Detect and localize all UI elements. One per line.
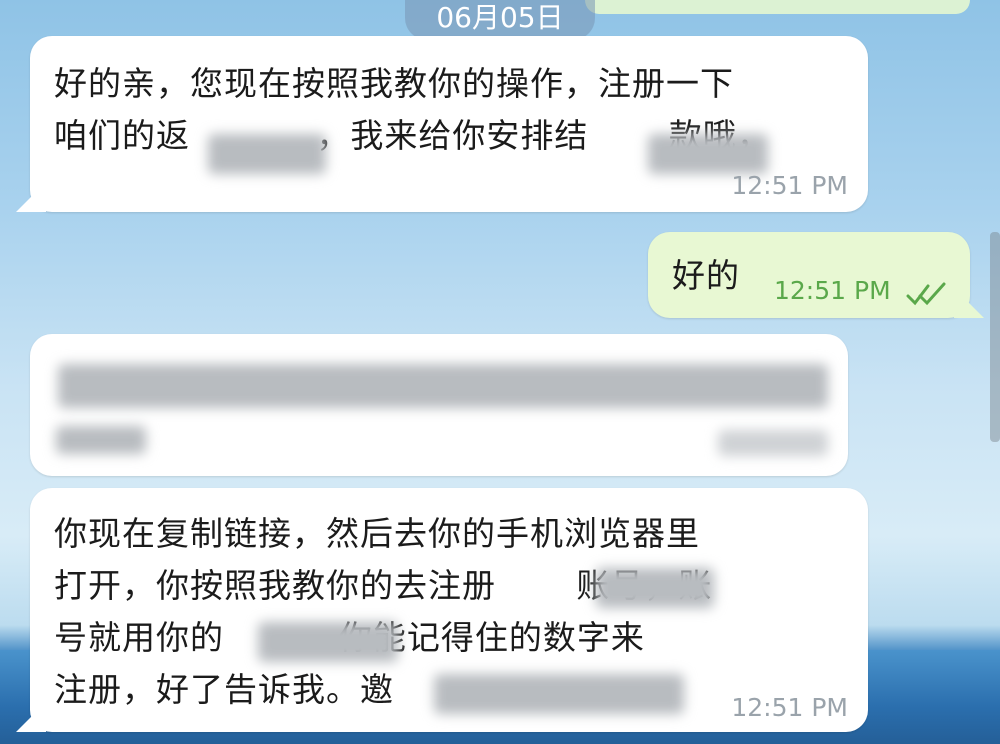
date-header: 06月05日 <box>405 0 595 40</box>
message-time: 12:51 PM <box>731 171 848 200</box>
scrollbar[interactable] <box>990 232 1000 442</box>
double-check-icon <box>906 282 946 306</box>
link-preview-bubble[interactable] <box>30 334 848 476</box>
message-bubble-incoming[interactable]: 好的亲，您现在按照我教你的操作，注册一下 咱们的返 ，我来给你安排结 款哦， 1… <box>16 36 868 212</box>
message-text: 好的 <box>672 256 740 295</box>
redacted-text <box>596 568 714 608</box>
redacted-text <box>434 674 684 714</box>
redacted-time <box>718 430 828 456</box>
redacted-text <box>258 622 398 662</box>
redacted-link[interactable] <box>58 364 828 408</box>
redacted-text <box>208 134 326 174</box>
redacted-text <box>648 134 768 174</box>
message-time: 12:51 PM <box>774 276 891 305</box>
previous-message-bubble[interactable] <box>585 0 970 14</box>
bubble-tail <box>16 182 46 212</box>
redacted-link[interactable] <box>56 426 146 454</box>
message-bubble-incoming[interactable]: 你现在复制链接，然后去你的手机浏览器里 打开，你按照我教你的去注册 账号，账 号… <box>16 488 868 732</box>
message-time: 12:51 PM <box>731 693 848 722</box>
bubble-tail <box>954 288 984 318</box>
message-bubble-outgoing[interactable]: 好的 12:51 PM <box>648 232 984 318</box>
